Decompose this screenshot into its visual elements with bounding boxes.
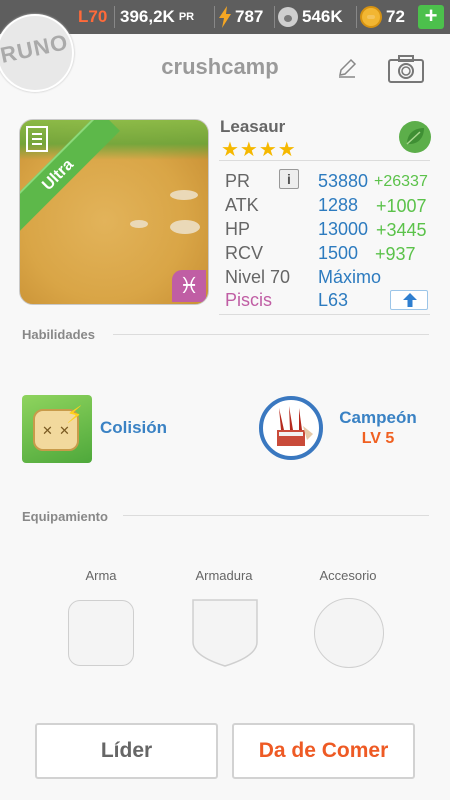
energy-value: 787 xyxy=(235,7,264,26)
leader-button[interactable]: Líder xyxy=(35,723,218,779)
pr-total: 396,2K PR xyxy=(120,0,194,34)
equipment-title: Equipamiento xyxy=(22,509,108,524)
coin-value: 72 xyxy=(386,7,405,26)
stat-bonus-atk: +1007 xyxy=(376,196,427,216)
avatar[interactable]: RUNO xyxy=(0,14,74,92)
armor-label: Armadura xyxy=(195,568,253,583)
stat-bonus-rcv: +937 xyxy=(375,244,416,264)
avatar-text: RUNO xyxy=(0,29,71,68)
claw-shield-icon xyxy=(277,406,313,446)
player-level: L70 xyxy=(78,0,107,34)
pisces-icon: ♓ xyxy=(172,270,206,302)
pr-value: 396,2K xyxy=(120,7,175,26)
level-text: L70 xyxy=(78,7,108,26)
zodiac-label: Piscis xyxy=(225,290,273,310)
feed-button[interactable]: Da de Comer xyxy=(232,723,415,779)
divider xyxy=(274,6,275,28)
stat-label-atk: ATK xyxy=(225,195,259,215)
stat-bonus-hp: +3445 xyxy=(376,220,427,240)
accessory-label: Accesorio xyxy=(319,568,377,583)
upgrade-button[interactable] xyxy=(390,290,428,310)
divider xyxy=(219,314,430,315)
leader-skill-icon[interactable] xyxy=(259,396,323,460)
divider xyxy=(123,515,429,516)
food: 546K xyxy=(278,0,343,34)
info-button[interactable]: i xyxy=(279,169,299,189)
pr-suffix: PR xyxy=(178,11,195,23)
weapon-label: Arma xyxy=(85,568,117,583)
stat-value-pr: 53880 xyxy=(318,171,369,191)
rock-decoration xyxy=(170,220,200,234)
armor-slot[interactable] xyxy=(191,598,259,668)
monster-card[interactable]: Ultra ♓ xyxy=(19,119,209,305)
level-label: Nivel 70 xyxy=(225,267,291,287)
lightning-icon: ⚡ xyxy=(66,402,83,429)
paw-icon xyxy=(278,7,298,27)
stat-value-atk: 1288 xyxy=(318,195,359,215)
zodiac-level: L63 xyxy=(318,290,349,310)
rock-decoration xyxy=(130,220,148,228)
divider xyxy=(356,6,357,28)
edit-icon[interactable] xyxy=(337,58,357,78)
stat-label-hp: HP xyxy=(225,219,251,239)
stat-bonus-pr: +26337 xyxy=(374,173,428,190)
rock-decoration xyxy=(170,190,198,200)
accessory-slot[interactable] xyxy=(314,598,384,668)
monster-name: Leasaur xyxy=(220,117,286,136)
lightning-icon xyxy=(219,6,231,28)
energy: 787 xyxy=(218,0,263,34)
abilities-title: Habilidades xyxy=(22,327,95,342)
add-currency-button[interactable]: + xyxy=(418,5,444,29)
divider xyxy=(114,6,115,28)
level-value: Máximo xyxy=(318,267,382,287)
document-icon xyxy=(26,126,48,152)
camera-icon[interactable] xyxy=(388,55,424,83)
leaf-icon xyxy=(399,121,431,153)
weapon-slot[interactable] xyxy=(68,600,134,666)
food-value: 546K xyxy=(302,7,343,26)
stat-label-pr: PR xyxy=(225,171,251,191)
stat-value-rcv: 1500 xyxy=(318,243,359,263)
divider xyxy=(219,160,430,161)
skill-icon[interactable]: ✕ ✕ ⚡ xyxy=(22,395,92,463)
username: crushcamp xyxy=(161,54,279,79)
coin-icon xyxy=(360,6,382,28)
coins: 72 xyxy=(360,0,405,34)
skill-name[interactable]: Colisión xyxy=(100,418,167,438)
arrow-up-icon xyxy=(403,293,417,307)
divider xyxy=(113,334,429,335)
leader-skill-level: LV 5 xyxy=(361,430,395,447)
stat-label-rcv: RCV xyxy=(225,243,264,263)
rating-stars: ★★★★ xyxy=(221,139,297,161)
divider xyxy=(214,6,215,28)
status-bar: L70 396,2K PR 787 546K 72 + xyxy=(0,0,450,34)
leader-skill-name[interactable]: Campeón xyxy=(335,408,421,428)
stat-value-hp: 13000 xyxy=(318,219,369,239)
